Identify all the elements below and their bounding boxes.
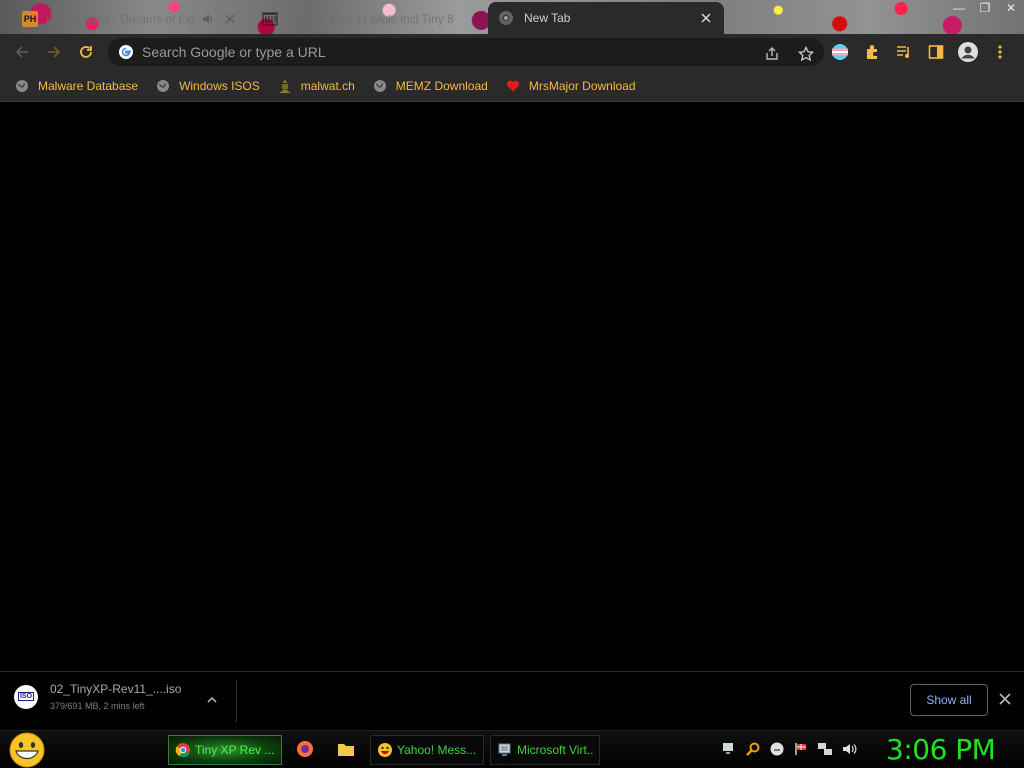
tab-close-icon[interactable] [222,11,238,27]
tab-title: Tiny XP Rev 11 Multi Incl Tiny 8 [286,12,454,26]
window-controls: — ❐ ✕ [952,0,1018,16]
download-status: 379/691 MB, 2 mins left [50,701,145,711]
tab-strip: PH Hentai Misa - Dreams of Lig Tiny XP R… [0,0,1024,34]
tab-tiny-xp[interactable]: Tiny XP Rev 11 Multi Incl Tiny 8 [252,4,484,34]
tab-title: Hentai Misa - Dreams of Lig [46,12,194,26]
taskbar: Tiny XP Rev ... Yahoo! Mess... Microsoft… [0,730,1024,768]
bookmark-label: MEMZ Download [395,78,488,93]
network-computer-icon[interactable] [720,740,738,758]
task-label: Microsoft Virt... [517,743,593,757]
forward-arrow-icon [48,46,61,58]
tab-close-icon[interactable] [698,10,714,26]
back-button[interactable] [6,36,38,68]
bookmark-malware-database[interactable]: Malware Database [14,78,138,94]
yahoo-messenger-icon [378,743,392,757]
close-shelf-icon[interactable] [998,692,1014,708]
reload-icon [80,46,92,58]
search-magnifier-icon[interactable] [744,740,762,758]
media-queue-icon[interactable] [892,40,916,64]
reload-button[interactable] [70,36,102,68]
taskbar-clock[interactable]: 3:06 PM [886,733,996,766]
bookmark-label: Malware Database [38,78,139,93]
malwatch-icon [277,78,293,94]
minimize-icon[interactable]: — [952,1,966,15]
bookmark-mrsmajor-download[interactable]: MrsMajor Download [505,78,636,94]
omnibox-placeholder: Search Google or type a URL [142,44,326,60]
globe-icon [372,78,388,94]
restore-icon[interactable]: ❐ [978,1,992,15]
bookmarks-bar: Malware Database Windows ISOS malwat.ch … [0,70,1024,102]
globe-icon [14,78,30,94]
start-button[interactable] [8,732,46,768]
iso-icon-label: ISO [17,692,35,701]
taskbar-task-chrome[interactable]: Tiny XP Rev ... [168,735,282,765]
taskbar-task-virtual-pc[interactable]: Microsoft Virt... [490,735,600,765]
task-label: Tiny XP Rev ... [195,743,275,757]
globe-icon [155,78,171,94]
messenger-tray-icon[interactable] [768,740,786,758]
forward-button[interactable] [38,36,70,68]
iso-file-icon: ISO [14,684,38,709]
tab-new-tab[interactable]: New Tab [488,2,724,34]
omnibox[interactable]: Search Google or type a URL [108,38,824,66]
heart-icon [505,78,521,94]
side-panel-icon[interactable] [924,40,948,64]
folder-quicklaunch-icon[interactable] [337,740,355,758]
volume-speaker-icon[interactable] [840,740,858,758]
download-item[interactable]: ISO 02_TinyXP-Rev11_....iso 379/691 MB, … [14,682,181,711]
close-window-icon[interactable]: ✕ [1004,1,1018,15]
menu-kebab-icon[interactable] [988,40,1012,64]
chrome-icon [175,743,190,758]
speaker-muted-icon[interactable] [200,11,216,27]
firefox-quicklaunch-icon[interactable] [296,740,314,758]
google-g-icon [119,45,133,59]
security-flag-icon[interactable] [792,740,810,758]
show-all-button[interactable]: Show all [910,684,988,716]
tab-hentai-misa[interactable]: PH Hentai Misa - Dreams of Lig [12,4,248,34]
download-shelf: ISO 02_TinyXP-Rev11_....iso 379/691 MB, … [0,671,1024,729]
network-connection-icon[interactable] [816,740,834,758]
browser-toolbar: Search Google or type a URL [0,34,1024,70]
extensions-puzzle-icon[interactable] [860,40,884,64]
bookmark-label: MrsMajor Download [528,78,636,93]
tab-title: New Tab [524,11,571,25]
bookmark-windows-isos[interactable]: Windows ISOS [155,78,260,94]
profile-avatar-icon[interactable] [956,40,980,64]
bookmark-label: malwat.ch [300,78,355,93]
system-tray [720,740,858,758]
chevron-up-icon[interactable] [204,692,220,708]
smiley-start-icon [9,732,45,768]
back-arrow-icon [15,46,28,58]
bookmark-star-icon[interactable] [794,42,818,66]
bookmark-memz-download[interactable]: MEMZ Download [372,78,488,94]
taskbar-task-yahoo-messenger[interactable]: Yahoo! Mess... [370,735,484,765]
trans-flag-extension-icon[interactable] [828,40,852,64]
bookmark-label: Windows ISOS [179,78,260,93]
new-tab-page-content[interactable] [0,103,1024,670]
archive-favicon-icon [262,12,278,26]
shelf-divider [236,680,237,722]
task-label: Yahoo! Mess... [397,743,477,757]
virtual-pc-icon [498,743,511,756]
ph-favicon-icon: PH [22,11,38,27]
share-icon[interactable] [760,42,784,66]
bookmark-malwatch[interactable]: malwat.ch [277,78,355,94]
download-filename: 02_TinyXP-Rev11_....iso [50,682,182,696]
chrome-favicon-icon [499,11,513,25]
